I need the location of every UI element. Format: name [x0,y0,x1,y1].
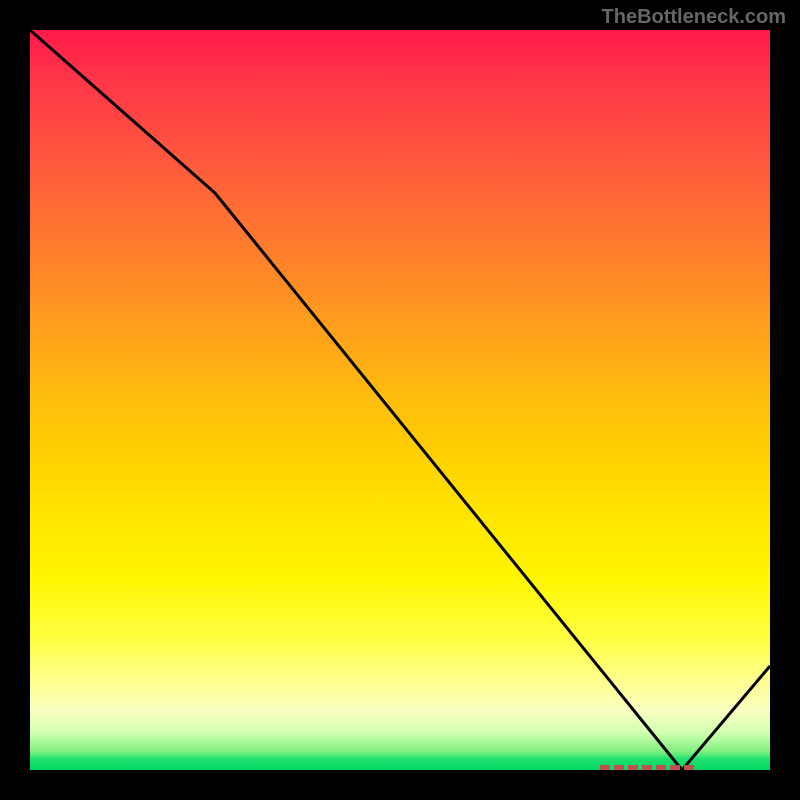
optimal-marker [600,765,694,770]
chart-container: TheBottleneck.com [0,0,800,800]
attribution-text: TheBottleneck.com [602,6,786,29]
bottleneck-line [30,30,770,770]
plot-area [30,30,770,770]
chart-svg [30,30,770,770]
